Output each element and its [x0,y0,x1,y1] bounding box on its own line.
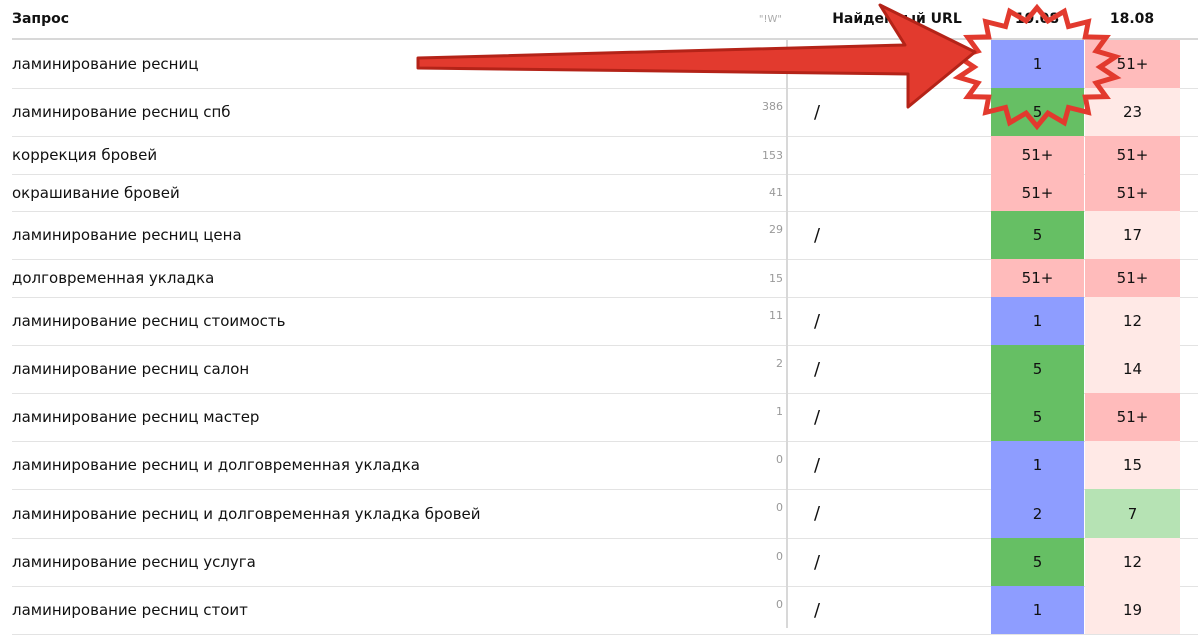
position-cell-date-1: 51+ [991,136,1084,174]
position-cell-date-2: 19 [1085,586,1180,634]
position-cell-date-2: 23 [1085,88,1180,136]
url-cell[interactable]: / [802,211,832,259]
position-cell-date-1: 5 [991,345,1084,393]
position-cell-date-2: 51+ [1085,259,1180,297]
position-cell-date-1: 2 [991,489,1084,538]
query-cell: ламинирование ресниц спб [12,103,231,121]
column-header-date-1[interactable]: 19.08 [992,0,1082,38]
wordstat-cell: 15 [769,271,783,285]
query-cell: ламинирование ресниц цена [12,226,242,244]
query-cell: ламинирование ресниц стоит [12,601,248,619]
wordstat-cell: 386 [762,100,783,113]
url-cell[interactable]: / [802,88,832,136]
position-cell-date-2: 12 [1085,297,1180,345]
query-cell: долговременная укладка [12,269,215,287]
url-cell[interactable]: / [802,441,832,489]
url-cell[interactable] [802,136,832,174]
position-cell-date-2: 12 [1085,538,1180,586]
position-cell-date-2: 17 [1085,211,1180,259]
position-cell-date-1: 5 [991,538,1084,586]
wordstat-cell: 0 [776,598,783,611]
position-cell-date-2: 51+ [1085,393,1180,441]
table-row[interactable]: долговременная укладка 15 51+ 51+ [12,259,1198,298]
query-cell: коррекция бровей [12,146,158,164]
url-cell[interactable]: / [802,393,832,441]
url-cell[interactable] [802,174,832,211]
table-row[interactable]: окрашивание бровей 41 51+ 51+ [12,174,1198,212]
wordstat-cell: 29 [769,223,783,236]
wordstat-cell: 0 [776,550,783,563]
query-cell: ламинирование ресниц стоимость [12,312,286,330]
url-cell[interactable] [802,40,832,88]
wordstat-cell: 0 [776,453,783,466]
position-cell-date-1: 51+ [991,174,1084,211]
url-cell[interactable]: / [802,489,832,538]
column-header-query[interactable]: Запрос [12,0,69,38]
position-cell-date-1: 5 [991,393,1084,441]
position-cell-date-2: 15 [1085,441,1180,489]
url-cell[interactable]: / [802,297,832,345]
table-header: Запрос "!W" Найденный URL 19.08 18.08 [12,0,1198,40]
wordstat-cell [712,40,783,88]
query-cell: ламинирование ресниц [12,55,199,73]
query-cell: ламинирование ресниц и долговременная ук… [12,456,420,474]
wordstat-cell: 0 [776,501,783,514]
wordstat-cell: 153 [762,148,783,162]
table-row[interactable]: ламинирование ресниц и долговременная ук… [12,489,1198,539]
wordstat-cell: 2 [776,357,783,370]
column-header-url[interactable]: Найденный URL [802,0,992,38]
table-row[interactable]: ламинирование ресниц салон 2 / 5 14 [12,345,1198,394]
url-cell[interactable] [802,259,832,297]
table-row[interactable]: коррекция бровей 153 51+ 51+ [12,136,1198,175]
table-row[interactable]: ламинирование ресниц 1 51+ [12,40,1198,89]
position-cell-date-1: 5 [991,211,1084,259]
position-cell-date-1: 1 [991,297,1084,345]
position-cell-date-2: 51+ [1085,174,1180,211]
table-row[interactable]: ламинирование ресниц мастер 1 / 5 51+ [12,393,1198,442]
table-row[interactable]: ламинирование ресниц цена 29 / 5 17 [12,211,1198,260]
table-row[interactable]: ламинирование ресниц и долговременная ук… [12,441,1198,490]
table-row[interactable]: ламинирование ресниц стоимость 11 / 1 12 [12,297,1198,346]
query-cell: ламинирование ресниц салон [12,360,250,378]
wordstat-cell: 11 [769,309,783,322]
position-cell-date-1: 1 [991,40,1084,88]
column-header-wordstat[interactable]: "!W" [712,0,782,38]
wordstat-cell: 41 [769,186,783,199]
column-header-date-2[interactable]: 18.08 [1087,0,1177,38]
position-cell-date-2: 51+ [1085,136,1180,174]
query-cell: ламинирование ресниц услуга [12,553,256,571]
position-cell-date-1: 5 [991,88,1084,136]
position-cell-date-2: 7 [1085,489,1180,538]
column-divider [786,38,788,628]
position-cell-date-1: 51+ [991,259,1084,297]
table-row[interactable]: ламинирование ресниц услуга 0 / 5 12 [12,538,1198,587]
url-cell[interactable]: / [802,345,832,393]
table-row[interactable]: ламинирование ресниц спб 386 / 5 23 [12,88,1198,137]
query-cell: ламинирование ресниц мастер [12,408,260,426]
url-cell[interactable]: / [802,586,832,634]
query-cell: ламинирование ресниц и долговременная ук… [12,504,481,523]
position-cell-date-2: 51+ [1085,40,1180,88]
positions-table: Запрос "!W" Найденный URL 19.08 18.08 ла… [12,0,1198,635]
query-cell: окрашивание бровей [12,183,180,202]
wordstat-cell: 1 [776,405,783,418]
position-cell-date-1: 1 [991,441,1084,489]
position-cell-date-1: 1 [991,586,1084,634]
url-cell[interactable]: / [802,538,832,586]
position-cell-date-2: 14 [1085,345,1180,393]
